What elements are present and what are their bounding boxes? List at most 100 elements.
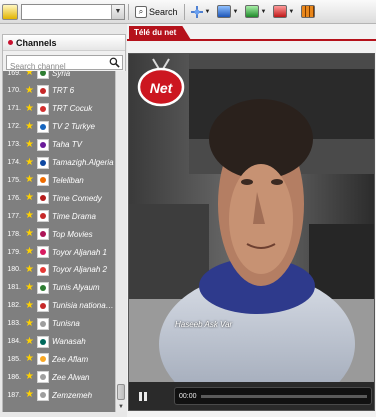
favorite-star-icon[interactable]: ★ xyxy=(23,211,36,221)
channel-row[interactable]: 172. ★ TV 2 Turkye xyxy=(3,119,115,135)
video-player[interactable]: Net Haseeb Ask Var 00:00 xyxy=(128,53,375,411)
favorite-star-icon[interactable]: ★ xyxy=(23,372,36,382)
channel-row[interactable]: 182. ★ Tunisia national 1 xyxy=(3,298,115,314)
channel-row[interactable]: 175. ★ Teleliban xyxy=(3,172,115,188)
channel-number: 184. xyxy=(7,338,21,345)
film-button[interactable] xyxy=(299,3,317,21)
channel-row[interactable]: 179. ★ Toyor Aljanah 1 xyxy=(3,244,115,260)
scroll-down-icon[interactable]: ▼ xyxy=(116,402,126,412)
channel-logo-icon xyxy=(37,210,49,223)
channel-row[interactable]: 180. ★ Toyor Aljanah 2 xyxy=(3,262,115,278)
channel-row[interactable]: 176. ★ Time Comedy xyxy=(3,190,115,206)
favorite-star-icon[interactable]: ★ xyxy=(23,390,36,400)
channel-number: 170. xyxy=(7,87,21,95)
channel-row[interactable]: 187. ★ Zemzemeh xyxy=(3,387,115,403)
satellite-button[interactable]: ▼ xyxy=(188,3,213,21)
channel-name: Top Movies xyxy=(52,229,93,239)
channel-row[interactable]: 185. ★ Zee Aflam xyxy=(3,351,115,367)
app-logo-icon[interactable] xyxy=(2,3,18,20)
tv-green-icon xyxy=(245,5,260,18)
channel-row[interactable]: 183. ★ Tunisna xyxy=(3,316,115,332)
channel-name: Zemzemeh xyxy=(52,390,93,400)
bullet-icon xyxy=(8,40,13,45)
tv-blue-button[interactable]: ▼ xyxy=(215,3,240,21)
channel-row[interactable]: 178. ★ Top Movies xyxy=(3,226,115,242)
favorite-star-icon[interactable]: ★ xyxy=(23,139,36,150)
favorite-star-icon[interactable]: ★ xyxy=(23,318,36,329)
channel-row[interactable]: 186. ★ Zee Alwan xyxy=(3,369,115,385)
favorite-star-icon[interactable]: ★ xyxy=(23,354,36,364)
seek-track[interactable] xyxy=(200,394,367,398)
channel-number: 175. xyxy=(7,176,21,184)
channel-name: Tamazigh.Algeria xyxy=(52,158,114,167)
channel-row[interactable]: 174. ★ Tamazigh.Algeria xyxy=(3,155,115,171)
channel-name: TV 2 Turkye xyxy=(52,122,95,132)
chevron-down-icon[interactable]: ▼ xyxy=(288,9,294,15)
chevron-down-icon[interactable]: ▼ xyxy=(260,9,266,15)
favorite-star-icon[interactable]: ★ xyxy=(23,71,36,78)
search-button[interactable]: ⌕ Search xyxy=(132,3,181,21)
favorite-star-icon[interactable]: ★ xyxy=(23,264,36,275)
channel-logo-icon xyxy=(37,156,49,169)
channel-number: 171. xyxy=(7,105,21,113)
seek-bar[interactable]: 00:00 xyxy=(174,387,372,405)
favorite-star-icon[interactable]: ★ xyxy=(23,175,36,185)
channel-name: TRT Cocuk xyxy=(52,104,93,114)
favorite-star-icon[interactable]: ★ xyxy=(23,193,36,203)
channel-number: 174. xyxy=(7,159,21,166)
magnifier-icon: ⌕ xyxy=(135,5,147,18)
channel-name: Tunis Alyaum xyxy=(52,283,100,293)
favorite-star-icon[interactable]: ★ xyxy=(23,157,36,168)
channel-number: 179. xyxy=(7,248,21,256)
favorite-star-icon[interactable]: ★ xyxy=(23,247,36,257)
favorite-star-icon[interactable]: ★ xyxy=(23,121,36,132)
channel-row[interactable]: 181. ★ Tunis Alyaum xyxy=(3,280,115,296)
channel-row[interactable]: 177. ★ Time Drama xyxy=(3,208,115,224)
toolbar-divider xyxy=(183,3,185,20)
channel-search-box xyxy=(6,55,123,73)
channel-row[interactable]: 171. ★ TRT Cocuk xyxy=(3,101,115,117)
channel-row[interactable]: 170. ★ TRT 6 xyxy=(3,83,115,99)
chevron-down-icon[interactable]: ▼ xyxy=(205,9,211,15)
favorite-star-icon[interactable]: ★ xyxy=(23,103,36,114)
channel-list-scrollbar[interactable]: ▼ xyxy=(115,71,126,412)
favorite-star-icon[interactable]: ★ xyxy=(23,229,36,239)
channel-name: Taha TV xyxy=(52,140,82,150)
app-window: ▼ ⌕ Search ▼ ▼ ▼ ▼ Channels Search chann… xyxy=(0,0,376,417)
tv-red-button[interactable]: ▼ xyxy=(271,3,296,21)
tv-red-icon xyxy=(273,5,288,18)
channel-number: 172. xyxy=(7,123,21,131)
time-display: 00:00 xyxy=(179,392,197,400)
subtitle-text: Haseeb Ask Var xyxy=(175,320,233,329)
chevron-down-icon[interactable]: ▼ xyxy=(111,4,124,19)
channel-name: Wanasah xyxy=(52,337,86,346)
channel-row[interactable]: 169. ★ Syria xyxy=(3,71,115,81)
toolbar-divider xyxy=(128,3,129,20)
search-button-label: Search xyxy=(149,6,178,17)
channel-row[interactable]: 184. ★ Wanasah xyxy=(3,334,115,350)
search-icon[interactable] xyxy=(109,57,120,68)
tab-tele-du-net[interactable]: Télé du net xyxy=(129,26,191,40)
scrollbar-thumb[interactable] xyxy=(117,384,125,400)
favorite-star-icon[interactable]: ★ xyxy=(23,300,36,311)
favorite-star-icon[interactable]: ★ xyxy=(23,85,36,96)
channels-title: Channels xyxy=(16,37,57,48)
favorite-star-icon[interactable]: ★ xyxy=(23,282,36,293)
channel-name: Teleliban xyxy=(52,175,84,185)
channel-logo-icon xyxy=(37,228,49,241)
player-area: Télé du net Net Haseeb Ask Var 00:00 xyxy=(127,24,376,417)
channel-name: Time Comedy xyxy=(52,193,102,203)
tv-green-button[interactable]: ▼ xyxy=(243,3,268,21)
chevron-down-icon[interactable]: ▼ xyxy=(232,9,238,15)
channel-name: Tunisna xyxy=(52,319,80,329)
pause-button[interactable] xyxy=(129,382,157,410)
channel-number: 182. xyxy=(7,302,21,310)
channel-number: 178. xyxy=(7,230,21,238)
channel-logo-icon xyxy=(37,120,49,133)
favorite-star-icon[interactable]: ★ xyxy=(23,336,36,347)
channel-group-dropdown[interactable]: ▼ xyxy=(21,3,125,20)
channel-number: 176. xyxy=(7,194,21,202)
channel-logo-icon xyxy=(37,71,49,79)
channel-number: 169. xyxy=(7,71,21,77)
channel-row[interactable]: 173. ★ Taha TV xyxy=(3,137,115,153)
